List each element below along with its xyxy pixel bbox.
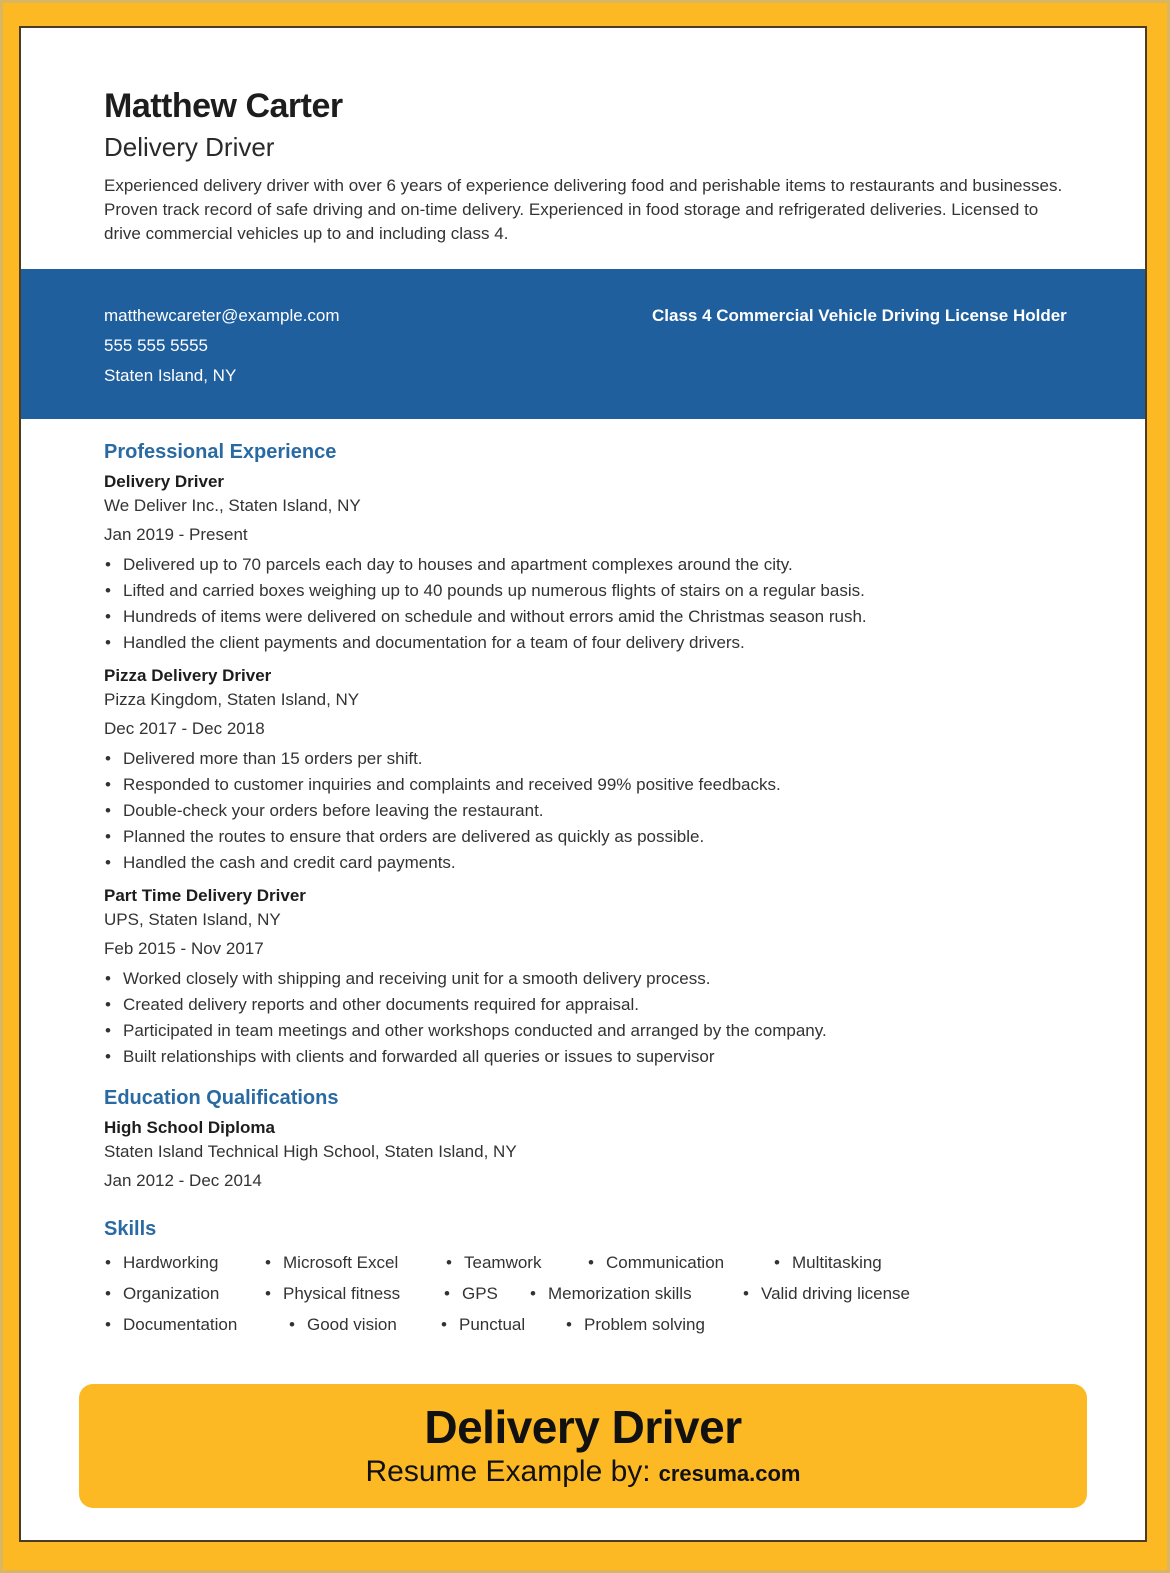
contact-list: matthewcareter@example.com 555 555 5555 … <box>104 301 340 391</box>
skill-item: Hardworking <box>104 1247 264 1278</box>
contact-location: Staten Island, NY <box>104 366 237 385</box>
job-bullets: Delivered up to 70 parcels each day to h… <box>104 552 1064 656</box>
experience-section: Professional Experience Delivery Driver … <box>104 438 1064 1070</box>
education-dates: Jan 2012 - Dec 2014 <box>104 1171 262 1190</box>
watermark-banner: Delivery Driver Resume Example by: cresum… <box>79 1384 1087 1508</box>
section-title-skills: Skills <box>104 1218 157 1240</box>
bullet-item: Participated in team meetings and other … <box>104 1018 1064 1044</box>
job-dates: Feb 2015 - Nov 2017 <box>104 939 264 958</box>
education-entry: High School Diploma Staten Island Techni… <box>104 1116 1064 1193</box>
job-title: Part Time Delivery Driver <box>104 886 306 905</box>
bullet-item: Hundreds of items were delivered on sche… <box>104 604 1064 630</box>
resume-page: Matthew Carter Delivery Driver Experienc… <box>19 26 1147 1542</box>
education-section: Education Qualifications High School Dip… <box>104 1084 1064 1193</box>
contact-phone[interactable]: 555 555 5555 <box>104 331 340 361</box>
job-entry: Delivery Driver We Deliver Inc., Staten … <box>104 470 1064 656</box>
candidate-name: Matthew Carter <box>104 87 343 125</box>
skill-item: Valid driving license <box>742 1278 910 1309</box>
skill-item: Physical fitness <box>264 1278 443 1309</box>
resume-body: Professional Experience Delivery Driver … <box>104 438 1064 1340</box>
bullet-item: Planned the routes to ensure that orders… <box>104 824 1064 850</box>
bullet-item: Lifted and carried boxes weighing up to … <box>104 578 1064 604</box>
bullet-item: Double-check your orders before leaving … <box>104 798 1064 824</box>
skill-item: Memorization skills <box>529 1278 742 1309</box>
bullet-item: Handled the cash and credit card payment… <box>104 850 1064 876</box>
skill-item: Microsoft Excel <box>264 1247 445 1278</box>
skills-row: Documentation Good vision Punctual Probl… <box>104 1309 1064 1340</box>
skill-item: Multitasking <box>773 1247 882 1278</box>
job-title: Pizza Delivery Driver <box>104 666 272 685</box>
contact-email[interactable]: matthewcareter@example.com <box>104 301 340 331</box>
job-bullets: Delivered more than 15 orders per shift.… <box>104 746 1064 876</box>
banner-subtitle-text: Resume Example by: <box>365 1455 651 1488</box>
skill-item: Punctual <box>440 1309 565 1340</box>
skill-item: Documentation <box>104 1309 288 1340</box>
skill-item: Organization <box>104 1278 264 1309</box>
bullet-item: Delivered more than 15 orders per shift. <box>104 746 1064 772</box>
skill-item: Good vision <box>288 1309 440 1340</box>
school-name: Staten Island Technical High School, Sta… <box>104 1142 517 1161</box>
license-badge: Class 4 Commercial Vehicle Driving Licen… <box>652 306 1067 325</box>
bullet-item: Worked closely with shipping and receivi… <box>104 966 1064 992</box>
job-bullets: Worked closely with shipping and receivi… <box>104 966 1064 1070</box>
skills-row: Organization Physical fitness GPS Memori… <box>104 1278 1064 1309</box>
contact-band: matthewcareter@example.com 555 555 5555 … <box>21 269 1145 419</box>
job-title: Delivery Driver <box>104 472 225 491</box>
banner-site-link[interactable]: cresuma.com <box>659 1461 801 1486</box>
degree-title: High School Diploma <box>104 1118 275 1137</box>
skills-row: Hardworking Microsoft Excel Teamwork Com… <box>104 1247 1064 1278</box>
bullet-item: Delivered up to 70 parcels each day to h… <box>104 552 1064 578</box>
skill-item: Problem solving <box>565 1309 705 1340</box>
job-dates: Dec 2017 - Dec 2018 <box>104 719 265 738</box>
section-title-education: Education Qualifications <box>104 1087 339 1109</box>
bullet-item: Responded to customer inquiries and comp… <box>104 772 1064 798</box>
skills-grid: Hardworking Microsoft Excel Teamwork Com… <box>104 1247 1064 1340</box>
resume-header: Matthew Carter Delivery Driver Experienc… <box>104 86 1064 246</box>
bullet-item: Handled the client payments and document… <box>104 630 1064 656</box>
job-company: Pizza Kingdom, Staten Island, NY <box>104 690 360 709</box>
job-company: UPS, Staten Island, NY <box>104 910 281 929</box>
job-entry: Pizza Delivery Driver Pizza Kingdom, Sta… <box>104 664 1064 876</box>
banner-title: Delivery Driver <box>424 1401 742 1453</box>
candidate-title: Delivery Driver <box>104 132 275 162</box>
skills-section: Skills Hardworking Microsoft Excel Teamw… <box>104 1215 1064 1340</box>
bullet-item: Created delivery reports and other docum… <box>104 992 1064 1018</box>
job-dates: Jan 2019 - Present <box>104 525 248 544</box>
summary-paragraph: Experienced delivery driver with over 6 … <box>104 176 1063 243</box>
skill-item: GPS <box>443 1278 529 1309</box>
job-entry: Part Time Delivery Driver UPS, Staten Is… <box>104 884 1064 1070</box>
banner-subtitle: Resume Example by: cresuma.com <box>79 1454 1087 1492</box>
bullet-item: Built relationships with clients and for… <box>104 1044 1064 1070</box>
skill-item: Teamwork <box>445 1247 587 1278</box>
job-company: We Deliver Inc., Staten Island, NY <box>104 496 361 515</box>
skill-item: Communication <box>587 1247 773 1278</box>
section-title-experience: Professional Experience <box>104 441 337 463</box>
